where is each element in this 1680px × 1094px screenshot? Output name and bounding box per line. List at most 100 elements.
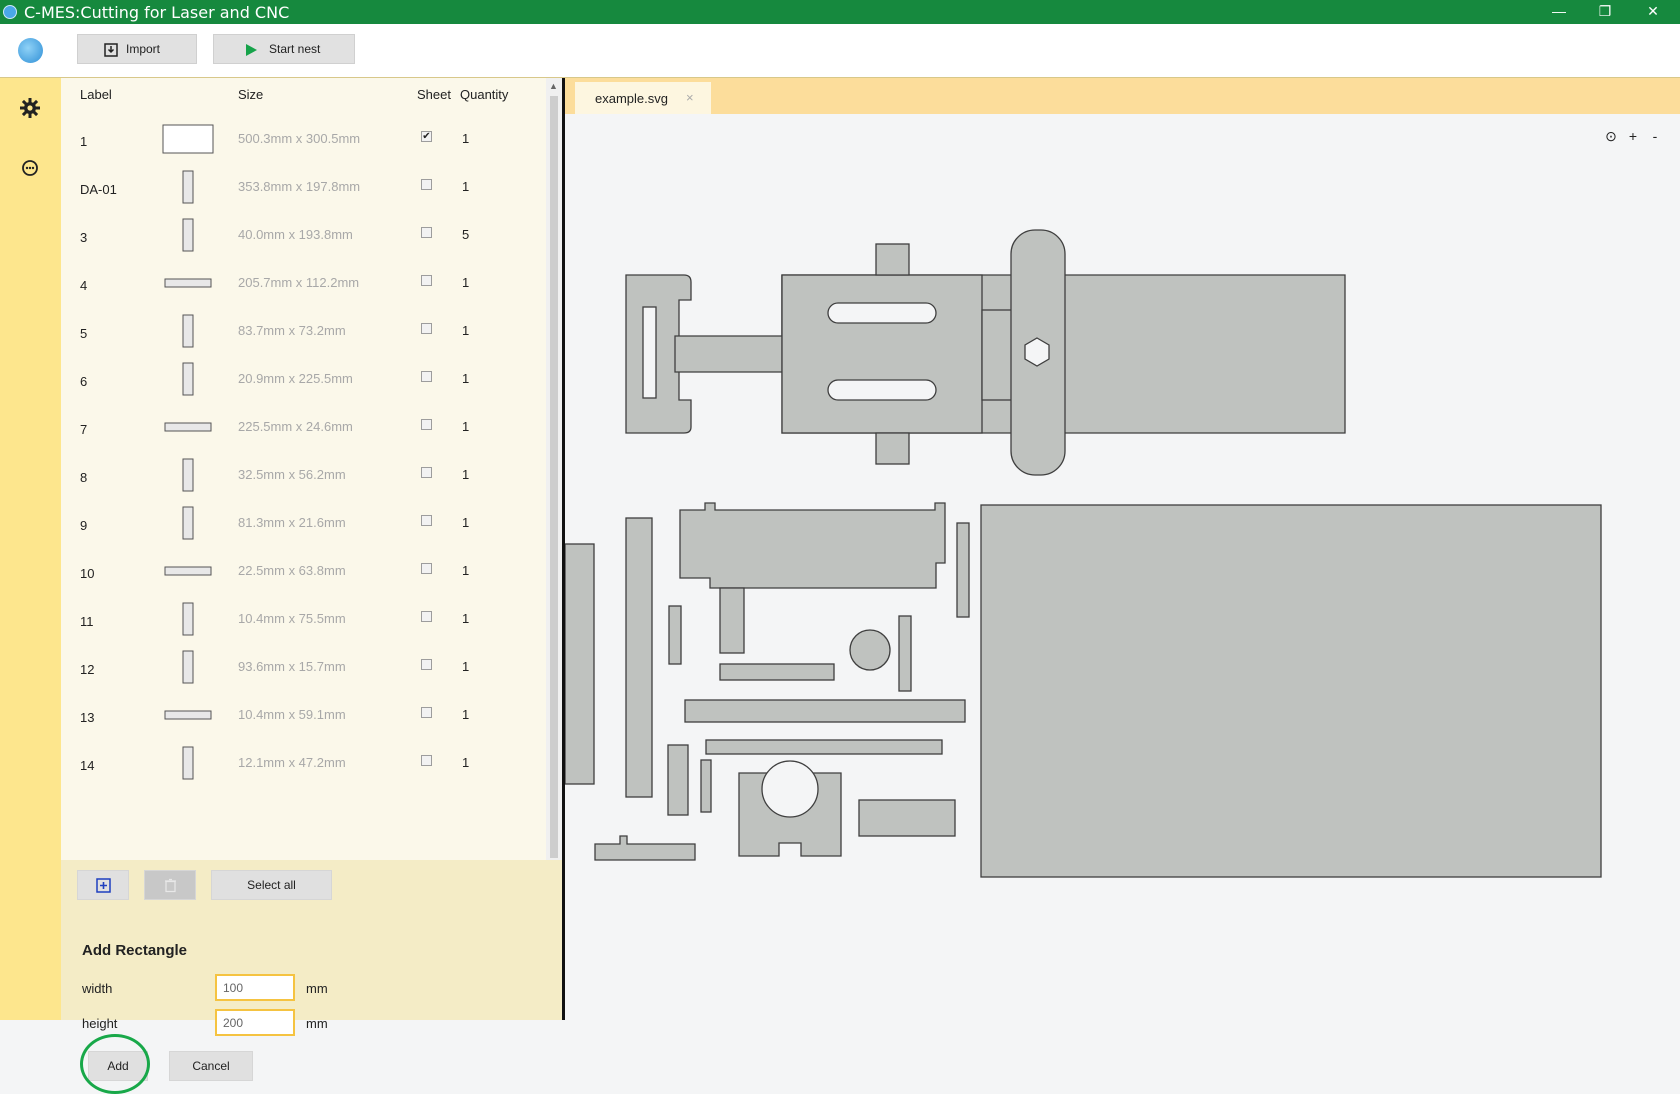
minimize-button[interactable]: — <box>1536 0 1582 24</box>
zoom-in-button[interactable]: + <box>1623 126 1643 146</box>
width-input[interactable] <box>215 974 295 1001</box>
more-options-icon[interactable] <box>18 156 42 180</box>
row-label: 5 <box>80 326 88 341</box>
maximize-button[interactable]: ❐ <box>1582 0 1628 24</box>
part-thumbnail <box>182 746 194 780</box>
sheet-checkbox[interactable] <box>421 611 432 622</box>
table-row[interactable]: 4 205.7mm x 112.2mm 1 <box>61 260 546 308</box>
scroll-up-arrow-icon[interactable]: ▲ <box>549 81 558 91</box>
add-part-button[interactable] <box>77 870 129 900</box>
part-4-neck[interactable] <box>719 587 745 654</box>
table-row[interactable]: 14 12.1mm x 47.2mm 1 <box>61 740 546 788</box>
tab-example-svg[interactable]: example.svg × <box>575 82 711 114</box>
tab-close-icon[interactable]: × <box>686 90 694 105</box>
part-5-hole <box>761 760 819 818</box>
row-label: 1 <box>80 134 88 149</box>
sheet-checkbox[interactable] <box>421 323 432 334</box>
table-row[interactable]: 7 225.5mm x 24.6mm 1 <box>61 404 546 452</box>
part-4[interactable] <box>679 502 946 589</box>
sheet-checkbox[interactable] <box>421 707 432 718</box>
title-bar: C-MES:Cutting for Laser and CNC — ❐ ✕ <box>0 0 1680 24</box>
cancel-button[interactable]: Cancel <box>169 1051 253 1081</box>
row-label: 4 <box>80 278 88 293</box>
parts-scrollbar[interactable]: ▲ <box>546 78 562 860</box>
part-da-01-top-tab[interactable] <box>875 243 910 276</box>
part-da-01-slot-bottom <box>827 379 937 401</box>
zoom-out-button[interactable]: - <box>1645 126 1665 146</box>
play-icon <box>246 44 257 56</box>
sheet-checkbox[interactable]: ✔ <box>421 131 432 142</box>
part-14[interactable] <box>667 744 689 816</box>
row-size: 225.5mm x 24.6mm <box>238 419 353 434</box>
table-row[interactable]: 13 10.4mm x 59.1mm 1 <box>61 692 546 740</box>
sheet-checkbox[interactable] <box>421 515 432 526</box>
sheet-checkbox[interactable] <box>421 179 432 190</box>
table-row[interactable]: 9 81.3mm x 21.6mm 1 <box>61 500 546 548</box>
part-13[interactable] <box>668 605 682 665</box>
sheet-checkbox[interactable] <box>421 659 432 670</box>
part-6[interactable] <box>594 835 696 861</box>
nest-canvas[interactable] <box>565 78 1680 1020</box>
zoom-reset-icon[interactable]: ⊙ <box>1601 126 1621 146</box>
row-quantity: 1 <box>462 275 470 290</box>
start-nest-label: Start nest <box>269 42 321 56</box>
part-10[interactable] <box>700 759 712 813</box>
import-button[interactable]: Import <box>77 34 197 64</box>
part-3-a[interactable] <box>565 543 595 785</box>
add-rectangle-button[interactable]: Add <box>88 1051 148 1081</box>
table-row[interactable]: 10 22.5mm x 63.8mm 1 <box>61 548 546 596</box>
row-size: 500.3mm x 300.5mm <box>238 131 361 146</box>
table-row[interactable]: 8 32.5mm x 56.2mm 1 <box>61 452 546 500</box>
part-thumbnail <box>162 124 214 154</box>
row-label: 9 <box>80 518 88 533</box>
table-row[interactable]: 5 83.7mm x 73.2mm 1 <box>61 308 546 356</box>
part-3-b[interactable] <box>625 517 653 798</box>
part-da-01-bottom-tab[interactable] <box>875 432 910 465</box>
row-label: 8 <box>80 470 88 485</box>
part-12[interactable] <box>684 699 966 723</box>
tab-label: example.svg <box>595 91 668 106</box>
sheet-checkbox[interactable] <box>421 371 432 382</box>
part-7[interactable] <box>719 663 835 681</box>
row-label: 7 <box>80 422 88 437</box>
part-3-c[interactable] <box>956 522 970 618</box>
part-da-01-slot-top <box>827 302 937 324</box>
part-thumbnail <box>182 650 194 684</box>
sheet-checkbox[interactable] <box>421 467 432 478</box>
table-row[interactable]: 11 10.4mm x 75.5mm 1 <box>61 596 546 644</box>
table-row[interactable]: 1 500.3mm x 300.5mm ✔ 1 <box>61 116 546 164</box>
table-row[interactable]: 6 20.9mm x 225.5mm 1 <box>61 356 546 404</box>
sheet-checkbox[interactable] <box>421 755 432 766</box>
sheet-checkbox[interactable] <box>421 419 432 430</box>
table-row[interactable]: 3 40.0mm x 193.8mm 5 <box>61 212 546 260</box>
row-size: 12.1mm x 47.2mm <box>238 755 346 770</box>
row-label: 3 <box>80 230 88 245</box>
part-thumbnail <box>182 362 194 396</box>
row-quantity: 1 <box>462 563 470 578</box>
settings-gear-icon[interactable] <box>18 96 42 120</box>
row-quantity: 1 <box>462 371 470 386</box>
delete-part-button[interactable] <box>144 870 196 900</box>
scrollbar-thumb[interactable] <box>550 96 558 858</box>
sheet-checkbox[interactable] <box>421 227 432 238</box>
start-nest-button[interactable]: Start nest <box>213 34 355 64</box>
part-thumbnail <box>182 314 194 348</box>
part-9-rack[interactable] <box>705 739 943 755</box>
part-11[interactable] <box>898 615 912 692</box>
part-da-01-center[interactable] <box>781 274 983 434</box>
row-size: 81.3mm x 21.6mm <box>238 515 346 530</box>
part-da-01-neck-right[interactable] <box>981 309 1015 401</box>
sheet-checkbox[interactable] <box>421 275 432 286</box>
select-all-button[interactable]: Select all <box>211 870 332 900</box>
sheet-checkbox[interactable] <box>421 563 432 574</box>
table-row[interactable]: DA-01 353.8mm x 197.8mm 1 <box>61 164 546 212</box>
height-input[interactable] <box>215 1009 295 1036</box>
row-label: 13 <box>80 710 95 725</box>
close-window-button[interactable]: ✕ <box>1630 0 1676 24</box>
row-quantity: 1 <box>462 659 470 674</box>
table-row[interactable]: 12 93.6mm x 15.7mm 1 <box>61 644 546 692</box>
row-label: 6 <box>80 374 88 389</box>
part-1-sheet[interactable] <box>980 504 1602 878</box>
part-8[interactable] <box>849 629 891 671</box>
part-9-comb[interactable] <box>858 799 956 837</box>
